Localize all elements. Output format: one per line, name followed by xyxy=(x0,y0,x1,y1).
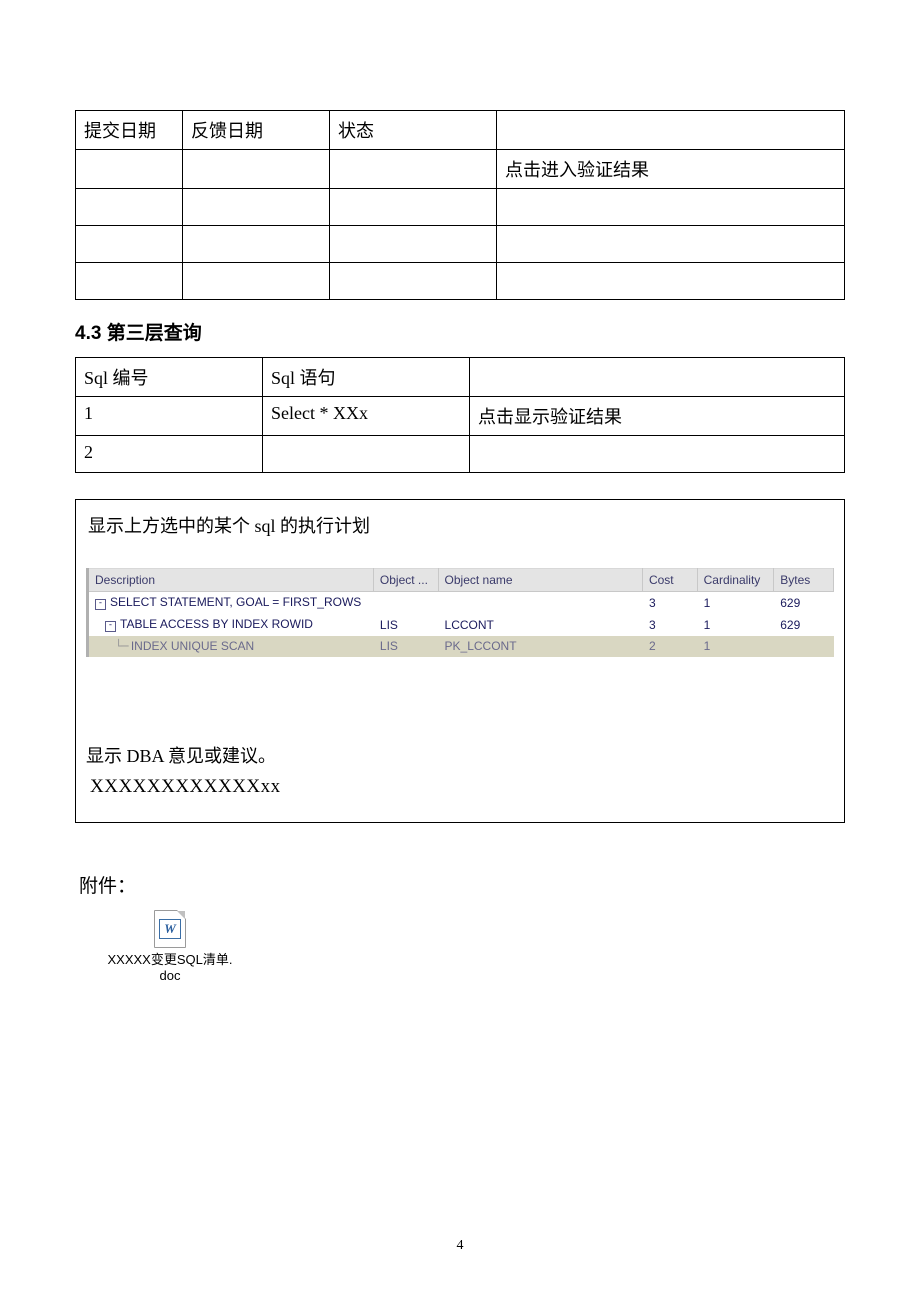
plan-cell-desc: └─ INDEX UNIQUE SCAN xyxy=(88,636,374,657)
sql-query-table: Sql 编号 Sql 语句 1 Select * XXx 点击显示验证结果 2 xyxy=(75,357,845,473)
plan-th-description: Description xyxy=(88,569,374,592)
dba-comment-block: 显示 DBA 意见或建议。 XXXXXXXXXXXXxx xyxy=(86,742,834,798)
attachment-label: 附件： xyxy=(79,871,845,898)
section-heading-4-3: 4.3 第三层查询 xyxy=(75,318,845,345)
plan-row[interactable]: -TABLE ACCESS BY INDEX ROWID LIS LCCONT … xyxy=(88,614,834,636)
th-sql-id: Sql 编号 xyxy=(76,358,263,397)
execution-plan-title: 显示上方选中的某个 sql 的执行计划 xyxy=(88,512,834,538)
table-row: 1 Select * XXx 点击显示验证结果 xyxy=(76,397,845,436)
table-header-row: Sql 编号 Sql 语句 xyxy=(76,358,845,397)
tree-leaf-icon: └─ xyxy=(115,639,127,653)
plan-th-cost: Cost xyxy=(642,569,697,592)
table-row xyxy=(76,226,845,263)
show-verification-link[interactable]: 点击显示验证结果 xyxy=(470,397,845,436)
plan-header-row: Description Object ... Object name Cost … xyxy=(88,569,834,592)
table-row: 点击进入验证结果 xyxy=(76,150,845,189)
attachment-filename-line2: doc xyxy=(75,968,265,984)
th-sql-stmt: Sql 语句 xyxy=(263,358,470,397)
th-action xyxy=(497,111,845,150)
dba-comment-label: 显示 DBA 意见或建议。 xyxy=(86,742,834,768)
table-row xyxy=(76,263,845,300)
th-feedback-date: 反馈日期 xyxy=(183,111,330,150)
attachment-filename-line1: XXXXX变更SQL清单. xyxy=(75,952,265,968)
th-sql-action xyxy=(470,358,845,397)
plan-row[interactable]: -SELECT STATEMENT, GOAL = FIRST_ROWS 3 1… xyxy=(88,592,834,614)
plan-th-object-name: Object name xyxy=(438,569,642,592)
table-row xyxy=(76,189,845,226)
th-status: 状态 xyxy=(330,111,497,150)
execution-plan-panel: 显示上方选中的某个 sql 的执行计划 Description Object .… xyxy=(75,499,845,823)
plan-th-bytes: Bytes xyxy=(774,569,834,592)
enter-verification-link[interactable]: 点击进入验证结果 xyxy=(497,150,845,189)
tree-collapse-icon[interactable]: - xyxy=(95,599,106,610)
plan-cell-desc: -SELECT STATEMENT, GOAL = FIRST_ROWS xyxy=(88,592,374,614)
plan-cell-desc: -TABLE ACCESS BY INDEX ROWID xyxy=(88,614,374,636)
page-number: 4 xyxy=(0,1238,920,1254)
attachment-file[interactable]: W XXXXX变更SQL清单. doc xyxy=(75,910,265,985)
plan-th-object: Object ... xyxy=(373,569,438,592)
word-doc-icon: W xyxy=(154,910,186,948)
table-row: 2 xyxy=(76,436,845,473)
table-header-row: 提交日期 反馈日期 状态 xyxy=(76,111,845,150)
submission-status-table: 提交日期 反馈日期 状态 点击进入验证结果 xyxy=(75,110,845,300)
execution-plan-table: Description Object ... Object name Cost … xyxy=(86,568,834,657)
plan-th-cardinality: Cardinality xyxy=(697,569,774,592)
tree-collapse-icon[interactable]: - xyxy=(105,621,116,632)
th-submit-date: 提交日期 xyxy=(76,111,183,150)
plan-row-selected[interactable]: └─ INDEX UNIQUE SCAN LIS PK_LCCONT 2 1 xyxy=(88,636,834,657)
dba-comment-text: XXXXXXXXXXXXxx xyxy=(90,776,834,798)
